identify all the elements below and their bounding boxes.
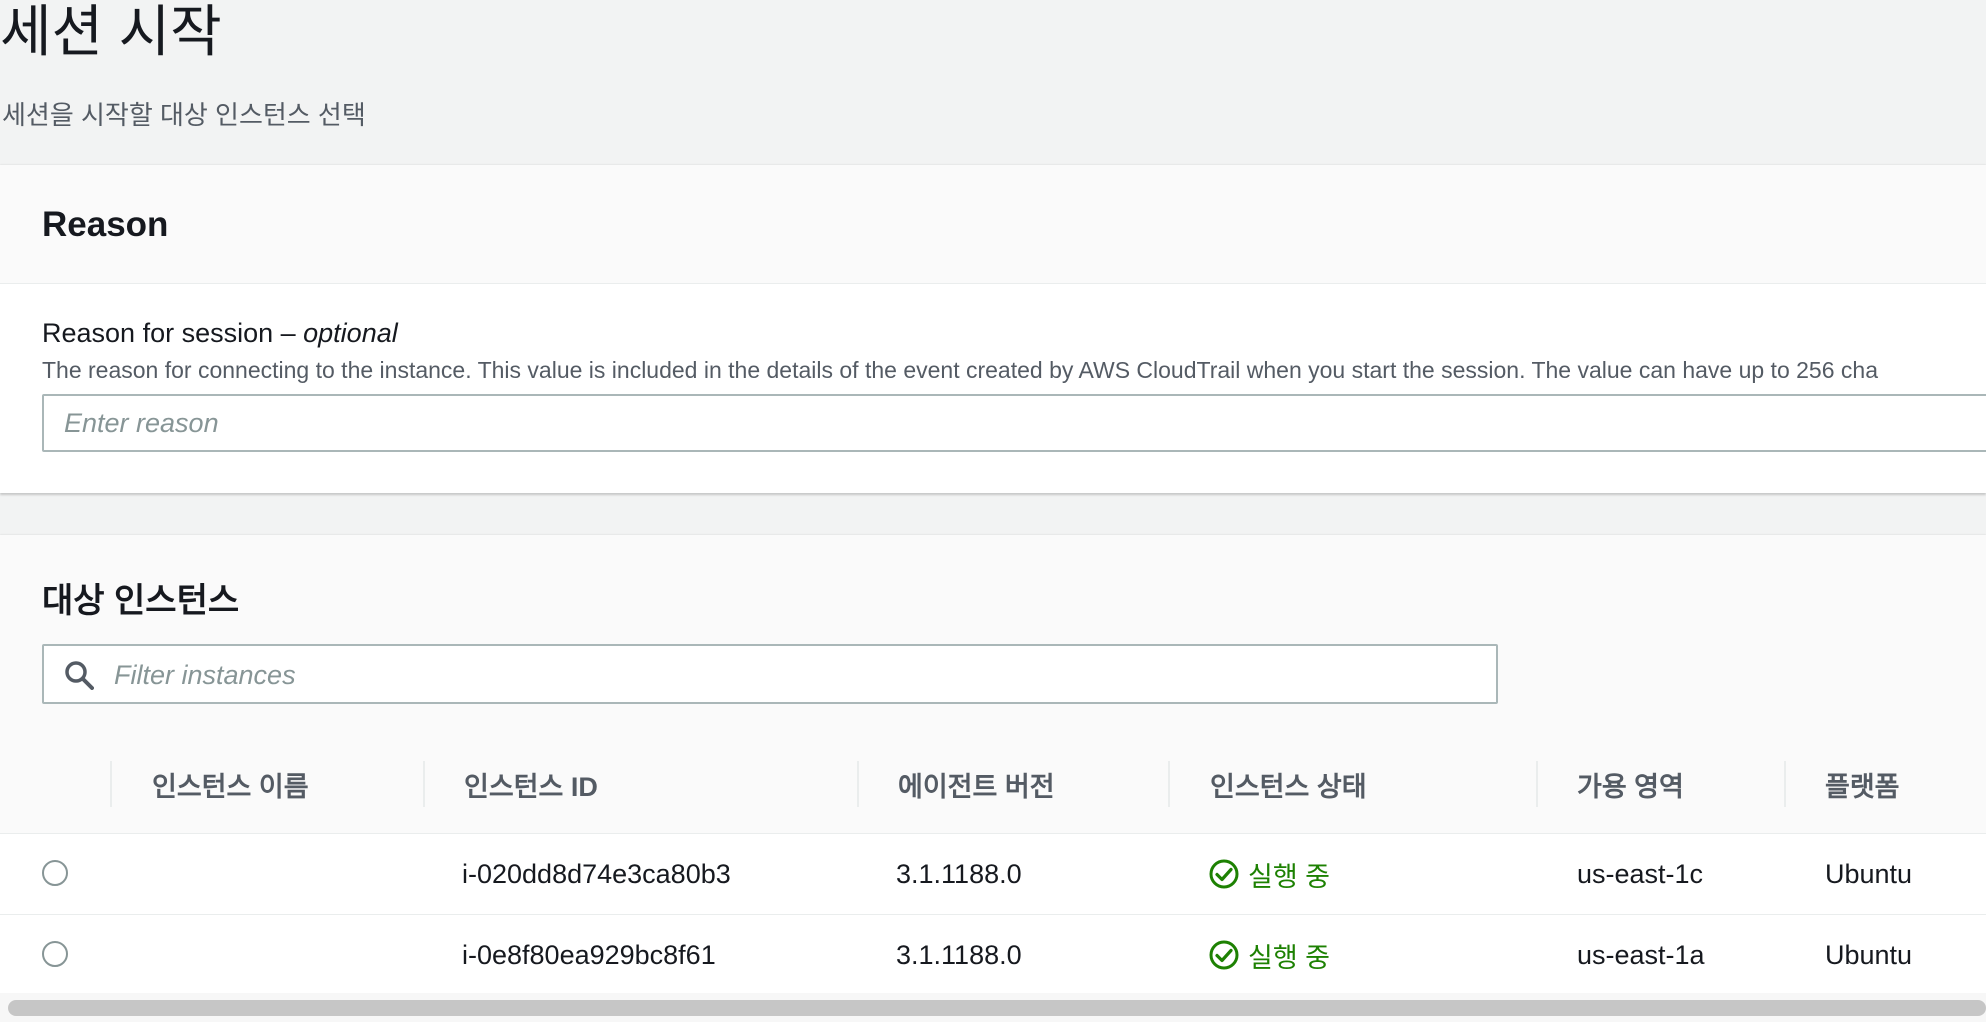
- instances-panel-header: 대상 인스턴스: [0, 535, 1986, 736]
- filter-box[interactable]: [42, 644, 1498, 704]
- search-icon: [65, 661, 94, 690]
- cell-availability-zone: us-east-1a: [1577, 939, 1705, 970]
- row-select-radio[interactable]: [42, 860, 68, 886]
- target-instances-panel: 대상 인스턴스 인스턴스 이름 인스턴스 ID 에이전트 버전 인스턴스 상태 …: [0, 535, 1986, 1015]
- column-separator[interactable]: [1536, 761, 1538, 807]
- cell-instance-id: i-020dd8d74e3ca80b3: [462, 858, 731, 889]
- cell-platform: Ubuntu: [1825, 858, 1913, 889]
- horizontal-scrollbar[interactable]: [8, 1000, 1986, 1016]
- table-header: 인스턴스 이름 인스턴스 ID 에이전트 버전 인스턴스 상태 가용 영역 플랫…: [0, 735, 1986, 834]
- reason-panel-header: Reason: [0, 165, 1986, 284]
- page-subtitle: 세션을 시작할 대상 인스턴스 선택: [2, 100, 366, 130]
- instances-panel-title: 대상 인스턴스: [42, 582, 240, 620]
- column-header-instance-name[interactable]: 인스턴스 이름: [152, 735, 309, 833]
- reason-field-label: Reason for session – optional: [42, 318, 398, 349]
- cell-agent-version: 3.1.1188.0: [896, 858, 1022, 889]
- column-separator[interactable]: [423, 761, 425, 807]
- reason-panel-title: Reason: [42, 205, 169, 244]
- cell-availability-zone: us-east-1c: [1577, 858, 1704, 889]
- check-circle-icon: [1209, 859, 1239, 889]
- column-separator[interactable]: [1168, 761, 1170, 807]
- column-separator[interactable]: [857, 761, 859, 807]
- column-header-agent-version[interactable]: 에이전트 버전: [898, 735, 1055, 833]
- column-separator[interactable]: [1784, 761, 1786, 807]
- status-text: 실행 중: [1248, 942, 1331, 973]
- table-row[interactable]: i-020dd8d74e3ca80b3 3.1.1188.0 실행 중 us-e…: [0, 834, 1986, 915]
- column-header-instance-id[interactable]: 인스턴스 ID: [464, 735, 598, 833]
- cell-instance-state: 실행 중: [1208, 915, 1330, 995]
- cell-platform: Ubuntu: [1825, 939, 1913, 970]
- instances-table: 인스턴스 이름 인스턴스 ID 에이전트 버전 인스턴스 상태 가용 영역 플랫…: [0, 735, 1986, 996]
- table-row[interactable]: i-0e8f80ea929bc8f61 3.1.1188.0 실행 중 us-e…: [0, 915, 1986, 996]
- column-header-platform[interactable]: 플랫폼: [1825, 735, 1900, 833]
- row-select-radio[interactable]: [42, 941, 68, 967]
- cell-instance-state: 실행 중: [1208, 834, 1330, 914]
- cell-agent-version: 3.1.1188.0: [896, 939, 1022, 970]
- check-circle-icon: [1209, 940, 1239, 970]
- column-separator[interactable]: [110, 761, 112, 807]
- reason-input[interactable]: [42, 394, 1986, 452]
- column-header-availability-zone[interactable]: 가용 영역: [1577, 735, 1684, 833]
- cell-instance-id: i-0e8f80ea929bc8f61: [462, 939, 716, 970]
- reason-field-description: The reason for connecting to the instanc…: [42, 357, 1878, 383]
- column-header-instance-state[interactable]: 인스턴스 상태: [1210, 735, 1367, 833]
- filter-instances-input[interactable]: [112, 646, 1486, 704]
- status-text: 실행 중: [1248, 861, 1331, 892]
- reason-label-optional: optional: [303, 318, 398, 348]
- page-title: 세션 시작: [0, 0, 222, 63]
- reason-label-main: Reason for session –: [42, 318, 304, 348]
